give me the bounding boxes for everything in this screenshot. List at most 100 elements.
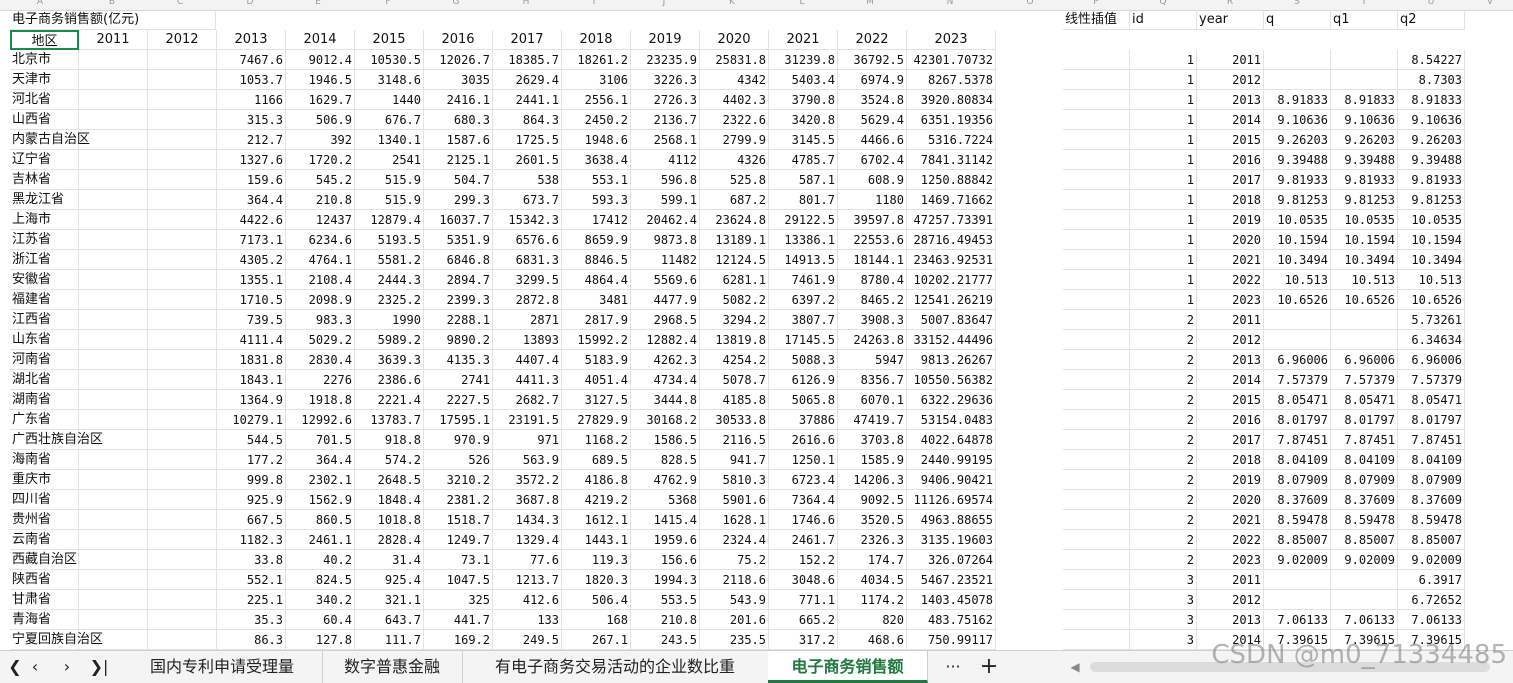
value-cell-2014[interactable]: 12437 [286,210,355,230]
value-cell-2020[interactable]: 5810.3 [700,470,769,490]
empty-cell[interactable] [1063,570,1130,590]
value-cell-2018[interactable]: 5183.9 [562,350,631,370]
value-cell-2017[interactable]: 412.6 [493,590,562,610]
value-cell-2013[interactable]: 10279.1 [217,410,286,430]
empty-cell[interactable] [1063,350,1130,370]
value-cell-2016[interactable]: 73.1 [424,550,493,570]
interp-cell-id[interactable]: 1 [1130,170,1197,190]
empty-cell[interactable] [1063,110,1130,130]
value-cell-2015[interactable]: 111.7 [355,630,424,650]
interp-label[interactable]: 线性插值 [1063,10,1130,30]
value-cell-2011[interactable] [79,610,148,630]
value-cell-2016[interactable]: 2894.7 [424,270,493,290]
region-name-cell[interactable]: 浙江省 [10,250,79,270]
value-cell-2017[interactable]: 2871 [493,310,562,330]
value-cell-2022[interactable]: 4034.5 [838,570,907,590]
interp-cell-id[interactable]: 3 [1130,630,1197,650]
value-cell-2014[interactable]: 1629.7 [286,90,355,110]
value-cell-2011[interactable] [79,250,148,270]
value-cell-2020[interactable]: 6281.1 [700,270,769,290]
value-cell-2020[interactable]: 75.2 [700,550,769,570]
value-cell-2019[interactable]: 4477.9 [631,290,700,310]
value-cell-2022[interactable]: 3908.3 [838,310,907,330]
value-cell-2012[interactable] [148,350,217,370]
value-cell-2013[interactable]: 7467.6 [217,50,286,70]
value-cell-2023[interactable]: 9813.26267 [907,350,996,370]
value-cell-2019[interactable]: 2968.5 [631,310,700,330]
value-cell-2017[interactable]: 13893 [493,330,562,350]
year-header-2020[interactable]: 2020 [700,30,769,50]
value-cell-2012[interactable] [148,250,217,270]
interp-cell-id[interactable]: 1 [1130,110,1197,130]
value-cell-2020[interactable]: 1628.1 [700,510,769,530]
value-cell-2018[interactable]: 8659.9 [562,230,631,250]
value-cell-2023[interactable]: 7841.31142 [907,150,996,170]
value-cell-2011[interactable] [79,350,148,370]
interp-cell-q1[interactable]: 9.10636 [1331,110,1398,130]
value-cell-2020[interactable]: 201.6 [700,610,769,630]
value-cell-2011[interactable] [79,210,148,230]
value-cell-2021[interactable]: 3145.5 [769,130,838,150]
more-tabs-icon[interactable]: ··· [940,655,966,679]
interp-cell-q[interactable]: 10.0535 [1264,210,1331,230]
year-header-2016[interactable]: 2016 [424,30,493,50]
interp-cell-q1[interactable]: 8.04109 [1331,450,1398,470]
value-cell-2018[interactable]: 119.3 [562,550,631,570]
interp-cell-q1[interactable] [1331,590,1398,610]
interp-cell-id[interactable]: 2 [1130,450,1197,470]
value-cell-2017[interactable]: 864.3 [493,110,562,130]
value-cell-2020[interactable]: 2322.6 [700,110,769,130]
value-cell-2021[interactable]: 7461.9 [769,270,838,290]
value-cell-2021[interactable]: 3807.7 [769,310,838,330]
interp-cell-year[interactable]: 2018 [1197,450,1264,470]
value-cell-2016[interactable]: 12026.7 [424,50,493,70]
value-cell-2023[interactable]: 10550.56382 [907,370,996,390]
value-cell-2012[interactable] [148,430,217,450]
interp-cell-q2[interactable]: 7.06133 [1398,610,1465,630]
value-cell-2018[interactable]: 3481 [562,290,631,310]
region-name-cell[interactable]: 黑龙江省 [10,190,79,210]
interp-cell-year[interactable]: 2022 [1197,530,1264,550]
value-cell-2012[interactable] [148,130,217,150]
region-name-cell[interactable]: 广东省 [10,410,79,430]
value-cell-2016[interactable]: 1047.5 [424,570,493,590]
interp-cell-id[interactable]: 1 [1130,250,1197,270]
interp-cell-q[interactable]: 8.07909 [1264,470,1331,490]
interp-cell-q[interactable]: 9.81933 [1264,170,1331,190]
value-cell-2017[interactable]: 3687.8 [493,490,562,510]
value-cell-2021[interactable]: 665.2 [769,610,838,630]
value-cell-2017[interactable]: 971 [493,430,562,450]
interp-cell-q[interactable]: 10.1594 [1264,230,1331,250]
interp-cell-q[interactable]: 8.05471 [1264,390,1331,410]
empty-cell[interactable] [1063,450,1130,470]
region-name-cell[interactable]: 海南省 [10,450,79,470]
value-cell-2019[interactable]: 2568.1 [631,130,700,150]
value-cell-2011[interactable] [79,470,148,490]
value-cell-2015[interactable]: 3639.3 [355,350,424,370]
interp-cell-q[interactable]: 7.06133 [1264,610,1331,630]
value-cell-2022[interactable]: 820 [838,610,907,630]
column-letter-i[interactable]: I [584,0,604,7]
region-name-cell[interactable]: 内蒙古自治区 [10,130,90,150]
value-cell-2017[interactable]: 2682.7 [493,390,562,410]
value-cell-2016[interactable]: 16037.7 [424,210,493,230]
column-letter-v[interactable]: V [1480,0,1500,7]
interp-cell-q1[interactable]: 10.3494 [1331,250,1398,270]
interp-cell-q2[interactable]: 8.85007 [1398,530,1465,550]
right-header-q[interactable]: q [1264,10,1331,30]
interp-cell-q[interactable] [1264,570,1331,590]
interp-cell-id[interactable]: 2 [1130,430,1197,450]
empty-cell[interactable] [1063,370,1130,390]
value-cell-2016[interactable]: 526 [424,450,493,470]
value-cell-2022[interactable]: 18144.1 [838,250,907,270]
interp-cell-q2[interactable]: 8.37609 [1398,490,1465,510]
value-cell-2017[interactable]: 4407.4 [493,350,562,370]
interp-cell-q[interactable]: 9.26203 [1264,130,1331,150]
empty-cell[interactable] [1063,70,1130,90]
interp-cell-q2[interactable]: 9.81253 [1398,190,1465,210]
interp-cell-q2[interactable]: 8.01797 [1398,410,1465,430]
interp-cell-q2[interactable]: 7.87451 [1398,430,1465,450]
value-cell-2015[interactable]: 2325.2 [355,290,424,310]
value-cell-2018[interactable]: 4864.4 [562,270,631,290]
value-cell-2015[interactable]: 321.1 [355,590,424,610]
